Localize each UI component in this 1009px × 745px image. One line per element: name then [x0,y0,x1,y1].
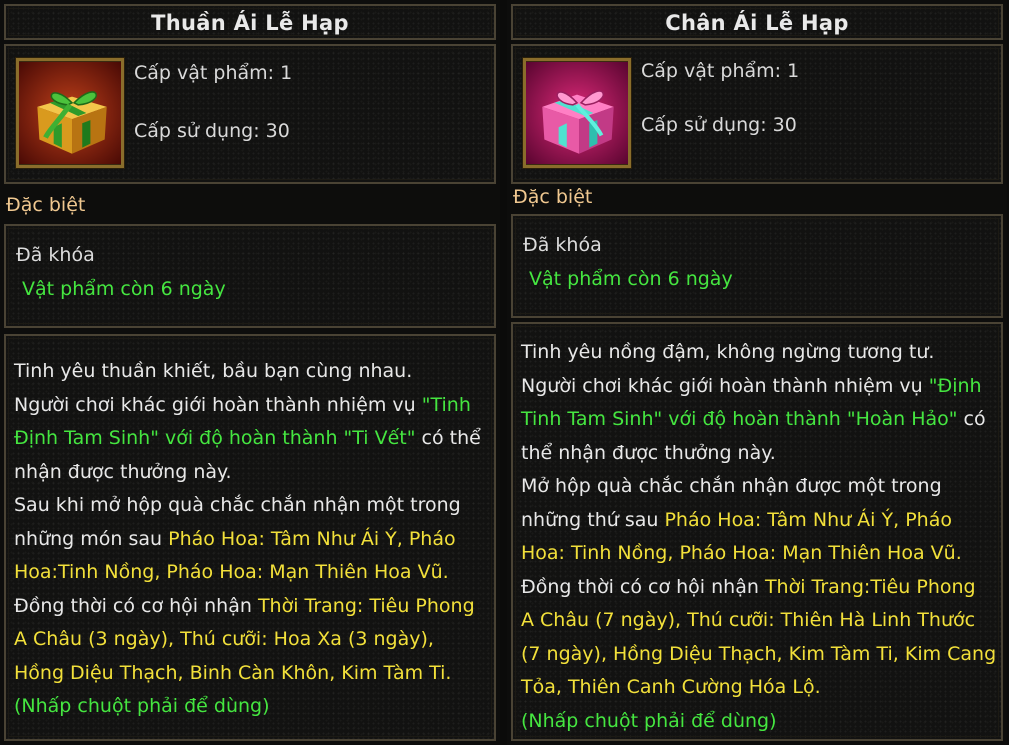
item-tooltip-left: Thuần Ái Lễ Hạp Cấp vật phẩm: 1 Cấp sử d… [0,0,500,745]
description-segment: Tinh yêu nồng đậm, không ngừng tương tư. [521,341,935,363]
gift-box-icon [16,58,124,168]
lock-status-box: Đã khóa Vật phẩm còn 6 ngày [4,224,496,328]
expiry-text: Vật phẩm còn 6 ngày [529,268,733,290]
description-segment: (Nhấp chuột phải để dùng) [14,695,270,717]
description-line: thể nhận được thưởng này. [521,437,993,471]
description-segment: có thể [415,427,481,449]
description-line: A Châu (3 ngày), Thú cưỡi: Hoa Xa (3 ngà… [14,623,486,657]
description-line: Tinh yêu nồng đậm, không ngừng tương tư. [521,336,993,370]
description-segment: Định Tam Sinh" với độ hoàn thành "Ti Vết… [14,427,416,449]
description-segment: những thứ sau [521,508,665,531]
description-segment: Mở hộp quà chắc chắn nhận được một trong [521,475,942,497]
description-segment: Hoa:Tinh Nồng, Pháo Hoa: Mạn Thiên Hoa V… [14,561,449,583]
item-header: Cấp vật phẩm: 1 Cấp sử dụng: 30 [511,44,1003,184]
gift-box-icon [523,58,631,168]
description-line: Hồng Diệu Thạch, Binh Càn Khôn, Kim Tàm … [14,657,486,691]
description-line: Đồng thời có cơ hội nhận Thời Trang: Tiê… [14,590,486,624]
description-segment: Thời Trang: Tiêu Phong [257,594,475,617]
description-segment: A Châu (3 ngày), Thú cưỡi: Hoa Xa (3 ngà… [14,628,434,650]
description-segment: thể nhận được thưởng này. [521,441,776,464]
special-label: Đặc biệt [513,186,593,208]
description-segment: Tỏa, Thiên Canh Cường Hóa Lộ. [521,676,821,698]
locked-status: Đã khóa [523,234,602,256]
description-box: Tinh yêu nồng đậm, không ngừng tương tư.… [511,322,1003,741]
description-line: Hoa: Tinh Nồng, Pháo Hoa: Mạn Thiên Hoa … [521,537,993,571]
description-segment: Đồng thời có cơ hội nhận [521,575,765,598]
description-segment: nhận được thưởng này. [14,460,232,483]
description-line: Định Tam Sinh" với độ hoàn thành "Ti Vết… [14,422,486,456]
description-text: Tinh yêu nồng đậm, không ngừng tương tư.… [521,336,997,739]
item-header: Cấp vật phẩm: 1 Cấp sử dụng: 30 [4,44,496,184]
description-box: Tinh yêu thuần khiết, bầu bạn cùng nhau.… [4,334,496,741]
description-line: Tinh Tam Sinh" với độ hoàn thành "Hoàn H… [521,403,993,437]
description-line: Sau khi mở hộp quà chắc chắn nhận một tr… [14,489,486,523]
description-line: nhận được thưởng này. [14,456,486,490]
expiry-text: Vật phẩm còn 6 ngày [22,278,226,300]
item-level: Cấp vật phẩm: 1 [134,62,293,84]
description-segment: Tinh Tam Sinh" với độ hoàn thành "Hoàn H… [521,408,958,430]
lock-status-box: Đã khóa Vật phẩm còn 6 ngày [511,214,1003,318]
description-line: Người chơi khác giới hoàn thành nhiệm vụ… [14,389,486,423]
locked-status: Đã khóa [16,244,95,266]
description-segment: A Châu (7 ngày), Thú cưỡi: Thiên Hà Linh… [521,609,976,631]
description-line: (Nhấp chuột phải để dùng) [521,705,993,739]
description-line: Người chơi khác giới hoàn thành nhiệm vụ… [521,370,993,404]
use-level: Cấp sử dụng: 30 [641,114,797,136]
description-segment: Hồng Diệu Thạch, Binh Càn Khôn, Kim Tàm … [14,661,452,684]
description-line: Mở hộp quà chắc chắn nhận được một trong [521,470,993,504]
description-line: (Nhấp chuột phải để dùng) [14,690,486,724]
description-segment: Pháo Hoa: Tâm Như Ái Ý, Pháo [664,508,952,531]
item-level: Cấp vật phẩm: 1 [641,60,800,82]
description-segment: "Tinh [421,393,471,416]
description-segment: "Định [928,374,982,397]
description-segment: Đồng thời có cơ hội nhận [14,594,258,617]
description-segment: Pháo Hoa: Tâm Như Ái Ý, Pháo [168,527,456,550]
description-line: Tinh yêu thuần khiết, bầu bạn cùng nhau. [14,355,486,389]
description-segment: Hoa: Tinh Nồng, Pháo Hoa: Mạn Thiên Hoa … [521,542,962,564]
description-segment: có [957,408,986,430]
description-segment: những món sau [14,527,169,550]
item-title: Thuần Ái Lễ Hạp [4,4,496,40]
special-label: Đặc biệt [6,194,86,216]
use-level: Cấp sử dụng: 30 [134,120,290,142]
description-line: (7 ngày), Hồng Diệu Thạch, Kim Tàm Ti, K… [521,638,997,672]
description-segment: Tinh yêu thuần khiết, bầu bạn cùng nhau. [14,360,413,382]
description-segment: (Nhấp chuột phải để dùng) [521,709,777,732]
description-segment: Người chơi khác giới hoàn thành nhiệm vụ [521,374,929,397]
description-segment: Sau khi mở hộp quà chắc chắn nhận một tr… [14,494,461,516]
description-line: A Châu (7 ngày), Thú cưỡi: Thiên Hà Linh… [521,604,993,638]
item-title: Chân Ái Lễ Hạp [511,4,1003,40]
description-line: Hoa:Tinh Nồng, Pháo Hoa: Mạn Thiên Hoa V… [14,556,486,590]
item-tooltip-right: Chân Ái Lễ Hạp Cấp vật phẩm: 1 Cấp sử dụ… [507,0,1007,745]
description-line: những món sau Pháo Hoa: Tâm Như Ái Ý, Ph… [14,523,486,557]
description-text: Tinh yêu thuần khiết, bầu bạn cùng nhau.… [14,355,486,724]
description-line: Tỏa, Thiên Canh Cường Hóa Lộ. [521,671,993,705]
description-segment: Người chơi khác giới hoàn thành nhiệm vụ [14,393,422,416]
description-line: Đồng thời có cơ hội nhận Thời Trang:Tiêu… [521,571,993,605]
description-line: những thứ sau Pháo Hoa: Tâm Như Ái Ý, Ph… [521,504,993,538]
description-segment: (7 ngày), Hồng Diệu Thạch, Kim Tàm Ti, K… [521,642,997,665]
description-segment: Thời Trang:Tiêu Phong [764,575,976,598]
